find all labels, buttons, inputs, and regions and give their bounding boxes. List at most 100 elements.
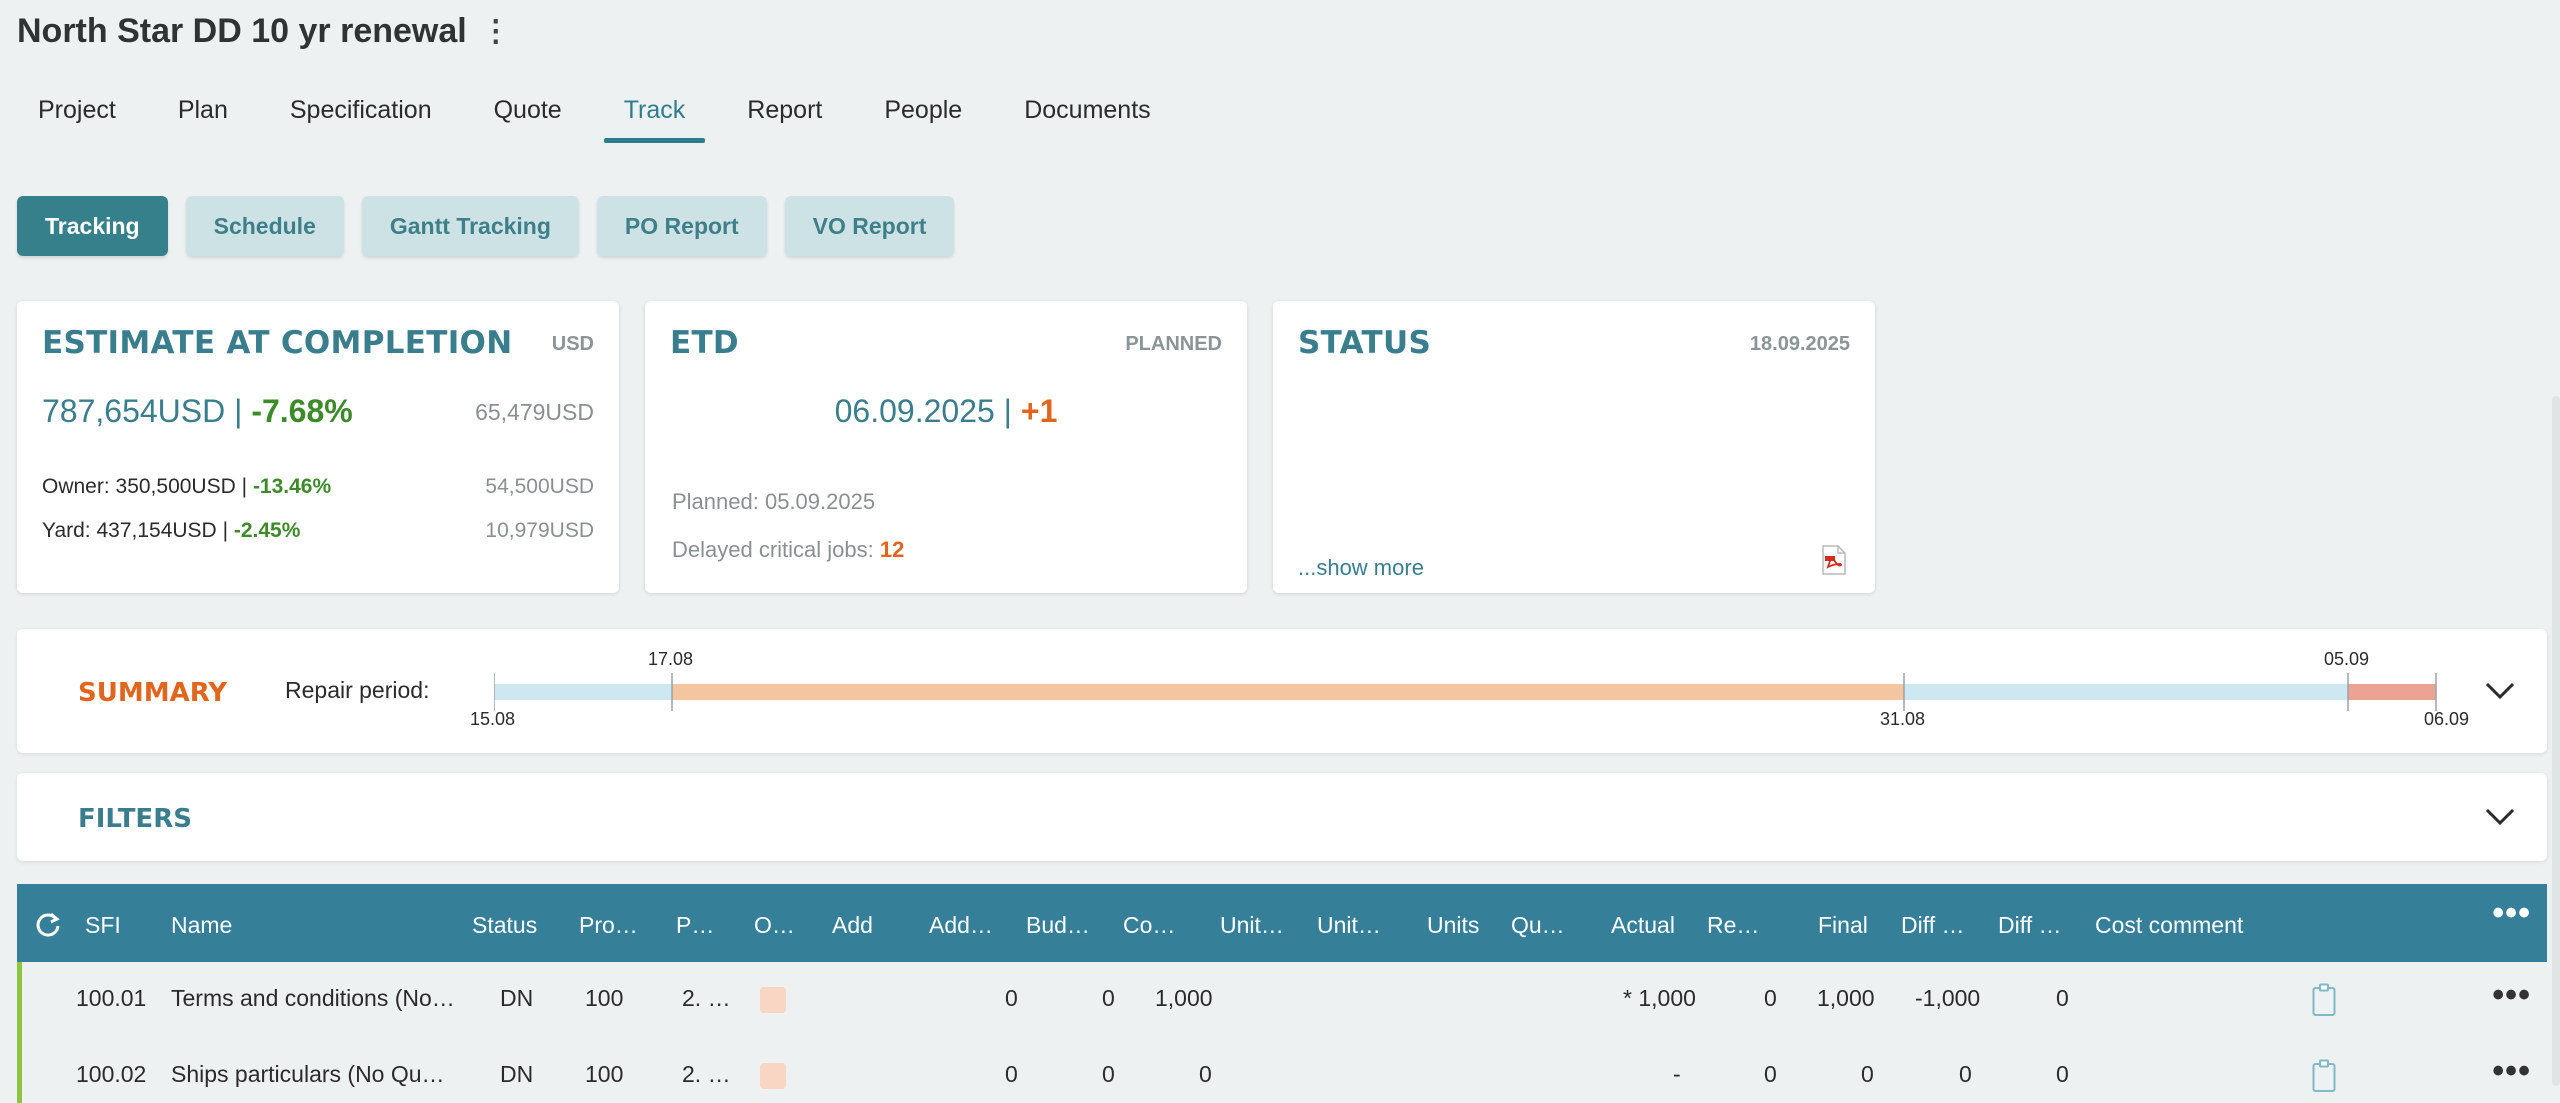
status-card: STATUS 18.09.2025 ...show more <box>1273 301 1875 593</box>
tab-plan[interactable]: Plan <box>158 96 248 135</box>
eac-total-line: 787,654USD | -7.68% <box>42 393 353 429</box>
clipboard-icon[interactable] <box>2312 1059 2336 1093</box>
etd-date: 06.09.2025 <box>834 393 995 429</box>
refresh-icon[interactable] <box>34 911 62 939</box>
cell-sfi: 100.01 <box>76 985 147 1011</box>
row-more-icon[interactable]: ••• <box>2492 976 2531 1015</box>
repair-period-label: Repair period: <box>285 677 430 703</box>
cell-diff-1: -1,000 <box>1915 985 1981 1011</box>
column-header[interactable]: Re… <box>1707 912 1759 939</box>
filters-title: FILTERS <box>78 804 192 834</box>
cell-name: Ships particulars (No Qu… <box>171 1061 445 1087</box>
cell-actual: - <box>1673 1061 1681 1087</box>
table-row[interactable]: 100.02 Ships particulars (No Qu… DN 100 … <box>17 1038 2547 1103</box>
cell-bud: 0 <box>1102 985 1115 1011</box>
cell-pro: 100 <box>585 1061 624 1087</box>
filters-panel[interactable]: FILTERS <box>17 773 2547 861</box>
sub-tabs: Tracking Schedule Gantt Tracking PO Repo… <box>17 196 972 256</box>
tab-documents[interactable]: Documents <box>1004 96 1170 135</box>
subtab-po-report[interactable]: PO Report <box>596 196 767 256</box>
etd-date-line: 06.09.2025 | +1 <box>834 393 1058 429</box>
column-header[interactable]: Final <box>1818 912 1868 939</box>
eac-yard-diff: 10,979USD <box>485 519 594 542</box>
vertical-scrollbar[interactable] <box>2552 396 2560 1086</box>
table-more-icon[interactable]: ••• <box>2492 894 2531 933</box>
eac-total-diff: 65,479USD <box>475 399 594 425</box>
column-header[interactable]: Co… <box>1123 912 1175 939</box>
summary-panel: SUMMARY Repair period: 15.08 17.08 31.08… <box>17 629 2547 753</box>
timeline-label-mark-1: 17.08 <box>648 649 694 669</box>
etd-delayed-count: 12 <box>879 537 905 562</box>
column-header[interactable]: SFI <box>85 912 121 939</box>
eac-total: 787,654USD <box>42 393 226 429</box>
cell-add2: 0 <box>1005 985 1018 1011</box>
row-more-icon[interactable]: ••• <box>2492 1052 2531 1091</box>
cell-name: Terms and conditions (No… <box>171 985 455 1011</box>
cell-diff-2: 0 <box>2056 985 2069 1011</box>
timeline-label-mark-3: 05.09 <box>2324 649 2370 669</box>
cell-p: 2. … <box>682 985 731 1011</box>
timeline-svg <box>493 673 2437 711</box>
column-header[interactable]: Name <box>171 912 232 939</box>
column-header[interactable]: Add… <box>929 912 993 939</box>
etd-delayed-line: Delayed critical jobs: 12 <box>672 537 905 562</box>
show-more-link[interactable]: ...show more <box>1298 555 1424 581</box>
column-header[interactable]: O… <box>754 912 795 939</box>
status-title: STATUS <box>1298 325 1432 361</box>
tab-specification[interactable]: Specification <box>270 96 452 135</box>
eac-yard-pct: -2.45% <box>233 519 301 542</box>
column-header[interactable]: Unit… <box>1220 912 1284 939</box>
column-header[interactable]: Pro… <box>579 912 638 939</box>
filters-chevron-down-icon[interactable] <box>2483 799 2517 833</box>
etd-tag: PLANNED <box>1125 333 1222 355</box>
cell-final: 0 <box>1861 1061 1874 1087</box>
eac-title: ESTIMATE AT COMPLETION <box>42 325 513 361</box>
eac-total-pct: -7.68% <box>251 393 353 429</box>
cell-co: 1,000 <box>1155 985 1213 1011</box>
column-header[interactable]: Qu… <box>1511 912 1565 939</box>
timeline-label-mark-2: 31.08 <box>1880 709 1926 729</box>
subtab-gantt-tracking[interactable]: Gantt Tracking <box>361 196 579 256</box>
more-options-icon[interactable]: ⋮ <box>481 14 511 49</box>
table-row[interactable]: 100.01 Terms and conditions (No… DN 100 … <box>17 962 2547 1038</box>
cell-sfi: 100.02 <box>76 1061 147 1087</box>
column-header[interactable]: Units <box>1427 912 1479 939</box>
subtab-tracking[interactable]: Tracking <box>17 196 168 256</box>
timeline-segment-delay <box>2348 684 2436 700</box>
column-header[interactable]: Unit… <box>1317 912 1381 939</box>
column-header[interactable]: Add <box>832 912 873 939</box>
cell-bud: 0 <box>1102 1061 1115 1087</box>
repair-period-timeline: 15.08 17.08 31.08 05.09 06.09 <box>470 629 2474 753</box>
column-header[interactable]: Status <box>472 912 537 939</box>
column-header[interactable]: Diff … <box>1998 912 2061 939</box>
subtab-vo-report[interactable]: VO Report <box>784 196 955 256</box>
clipboard-icon[interactable] <box>2312 983 2336 1017</box>
column-header[interactable]: Actual <box>1611 912 1675 939</box>
timeline-label-start: 15.08 <box>470 709 516 729</box>
main-tabs: Project Plan Specification Quote Track R… <box>18 96 1193 143</box>
cell-pro: 100 <box>585 985 624 1011</box>
eac-yard-line: Yard: 437,154USD | -2.45% <box>42 519 301 542</box>
cell-diff-2: 0 <box>2056 1061 2069 1087</box>
pdf-icon[interactable] <box>1821 545 1847 575</box>
column-header[interactable]: Diff … <box>1901 912 1964 939</box>
column-header[interactable]: Bud… <box>1026 912 1090 939</box>
tab-track[interactable]: Track <box>603 96 706 143</box>
etd-delta: +1 <box>1020 393 1058 429</box>
tab-report[interactable]: Report <box>727 96 842 135</box>
cell-p: 2. … <box>682 1061 731 1087</box>
cell-re: 0 <box>1764 985 1777 1011</box>
tab-quote[interactable]: Quote <box>474 96 582 135</box>
summary-title: SUMMARY <box>78 678 228 708</box>
tab-project[interactable]: Project <box>18 96 136 135</box>
column-header[interactable]: Cost comment <box>2095 912 2243 939</box>
subtab-schedule[interactable]: Schedule <box>185 196 344 256</box>
tab-people[interactable]: People <box>864 96 982 135</box>
cell-status: DN <box>500 1061 534 1087</box>
eac-owner-line: Owner: 350,500USD | -13.46% <box>42 475 332 498</box>
cell-add2: 0 <box>1005 1061 1018 1087</box>
etd-planned: Planned: 05.09.2025 <box>672 489 876 514</box>
cell-diff-1: 0 <box>1959 1061 1972 1087</box>
column-header[interactable]: P… <box>676 912 714 939</box>
summary-chevron-down-icon[interactable] <box>2483 673 2517 707</box>
